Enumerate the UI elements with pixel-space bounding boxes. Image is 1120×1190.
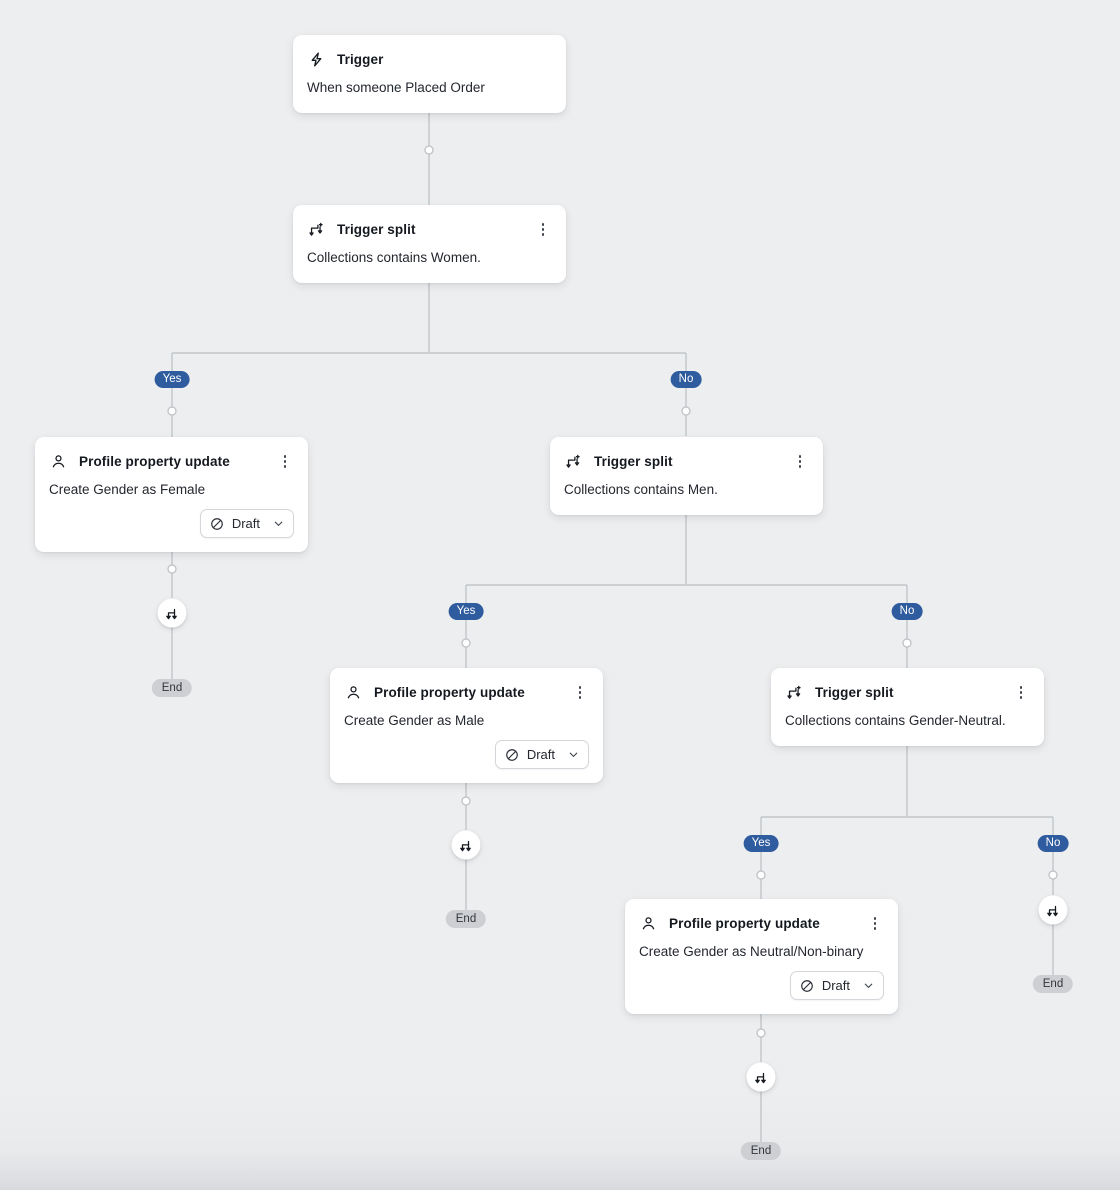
- node-update-female-body: Create Gender as Female: [35, 473, 308, 499]
- node-update-male-footer: Draft: [330, 730, 603, 783]
- branch-label-men-yes[interactable]: Yes: [449, 603, 484, 620]
- branch-label-women-yes[interactable]: Yes: [155, 371, 190, 388]
- status-label-draft-neutral: Draft: [822, 978, 850, 993]
- split-badge-neutral-no[interactable]: [1039, 896, 1068, 925]
- node-split-men-header: Trigger split: [550, 437, 823, 473]
- trigger-split-icon: [785, 684, 803, 702]
- split-badge-male[interactable]: [452, 831, 481, 860]
- node-trigger-split-neutral[interactable]: Trigger split Collections contains Gende…: [771, 668, 1044, 746]
- status-select-draft-female[interactable]: Draft: [200, 509, 294, 538]
- node-trigger-split-men[interactable]: Trigger split Collections contains Men.: [550, 437, 823, 515]
- chevron-down-icon: [862, 979, 875, 992]
- node-update-neutral-title: Profile property update: [669, 916, 820, 931]
- flow-connectors: [0, 0, 1120, 1190]
- node-update-neutral-body: Create Gender as Neutral/Non-binary: [625, 935, 898, 961]
- node-trigger[interactable]: Trigger When someone Placed Order: [293, 35, 566, 113]
- node-update-neutral-footer: Draft: [625, 961, 898, 1014]
- status-label-draft-female: Draft: [232, 516, 260, 531]
- node-split-men-title: Trigger split: [594, 454, 673, 469]
- branch-label-neutral-yes[interactable]: Yes: [744, 835, 779, 852]
- end-node-neutral-no[interactable]: End: [1033, 975, 1073, 993]
- kebab-menu-icon[interactable]: [534, 221, 552, 239]
- node-update-female-title: Profile property update: [79, 454, 230, 469]
- node-split-women-body: Collections contains Women.: [293, 241, 566, 283]
- split-badge-neutral[interactable]: [747, 1063, 776, 1092]
- node-trigger-split-women[interactable]: Trigger split Collections contains Women…: [293, 205, 566, 283]
- draft-slash-icon: [210, 517, 224, 531]
- draft-slash-icon: [505, 748, 519, 762]
- split-badge-female[interactable]: [158, 599, 187, 628]
- kebab-menu-icon[interactable]: [276, 453, 294, 471]
- split-badge-icon: [164, 605, 180, 621]
- status-select-draft-neutral[interactable]: Draft: [790, 971, 884, 1000]
- lightning-bolt-icon: [307, 51, 325, 69]
- node-split-women-title: Trigger split: [337, 222, 416, 237]
- node-update-neutral-header: Profile property update: [625, 899, 898, 935]
- node-split-women-header: Trigger split: [293, 205, 566, 241]
- person-icon: [344, 684, 362, 702]
- node-profile-update-neutral[interactable]: Profile property update Create Gender as…: [625, 899, 898, 1014]
- node-split-neutral-header: Trigger split: [771, 668, 1044, 704]
- status-select-draft-male[interactable]: Draft: [495, 740, 589, 769]
- node-trigger-header: Trigger: [293, 35, 566, 71]
- flow-canvas: Trigger When someone Placed Order Trigge…: [0, 0, 1120, 1190]
- person-icon: [639, 915, 657, 933]
- kebab-menu-icon[interactable]: [791, 453, 809, 471]
- split-badge-icon: [1045, 902, 1061, 918]
- node-trigger-body: When someone Placed Order: [293, 71, 566, 113]
- kebab-menu-icon[interactable]: [866, 915, 884, 933]
- node-profile-update-male[interactable]: Profile property update Create Gender as…: [330, 668, 603, 783]
- node-update-female-header: Profile property update: [35, 437, 308, 473]
- split-badge-icon: [753, 1069, 769, 1085]
- node-update-male-title: Profile property update: [374, 685, 525, 700]
- node-trigger-title: Trigger: [337, 52, 383, 67]
- kebab-menu-icon[interactable]: [571, 684, 589, 702]
- split-badge-icon: [458, 837, 474, 853]
- kebab-menu-icon[interactable]: [1012, 684, 1030, 702]
- node-split-men-body: Collections contains Men.: [550, 473, 823, 515]
- chevron-down-icon: [567, 748, 580, 761]
- node-split-neutral-title: Trigger split: [815, 685, 894, 700]
- node-update-female-footer: Draft: [35, 499, 308, 552]
- end-node-neutral[interactable]: End: [741, 1142, 781, 1160]
- node-update-male-header: Profile property update: [330, 668, 603, 704]
- status-label-draft-male: Draft: [527, 747, 555, 762]
- end-node-female[interactable]: End: [152, 679, 192, 697]
- draft-slash-icon: [800, 979, 814, 993]
- branch-label-neutral-no[interactable]: No: [1038, 835, 1069, 852]
- trigger-split-icon: [564, 453, 582, 471]
- chevron-down-icon: [272, 517, 285, 530]
- node-split-neutral-body: Collections contains Gender-Neutral.: [771, 704, 1044, 746]
- end-node-male[interactable]: End: [446, 910, 486, 928]
- node-update-male-body: Create Gender as Male: [330, 704, 603, 730]
- node-profile-update-female[interactable]: Profile property update Create Gender as…: [35, 437, 308, 552]
- person-icon: [49, 453, 67, 471]
- trigger-split-icon: [307, 221, 325, 239]
- branch-label-men-no[interactable]: No: [892, 603, 923, 620]
- branch-label-women-no[interactable]: No: [671, 371, 702, 388]
